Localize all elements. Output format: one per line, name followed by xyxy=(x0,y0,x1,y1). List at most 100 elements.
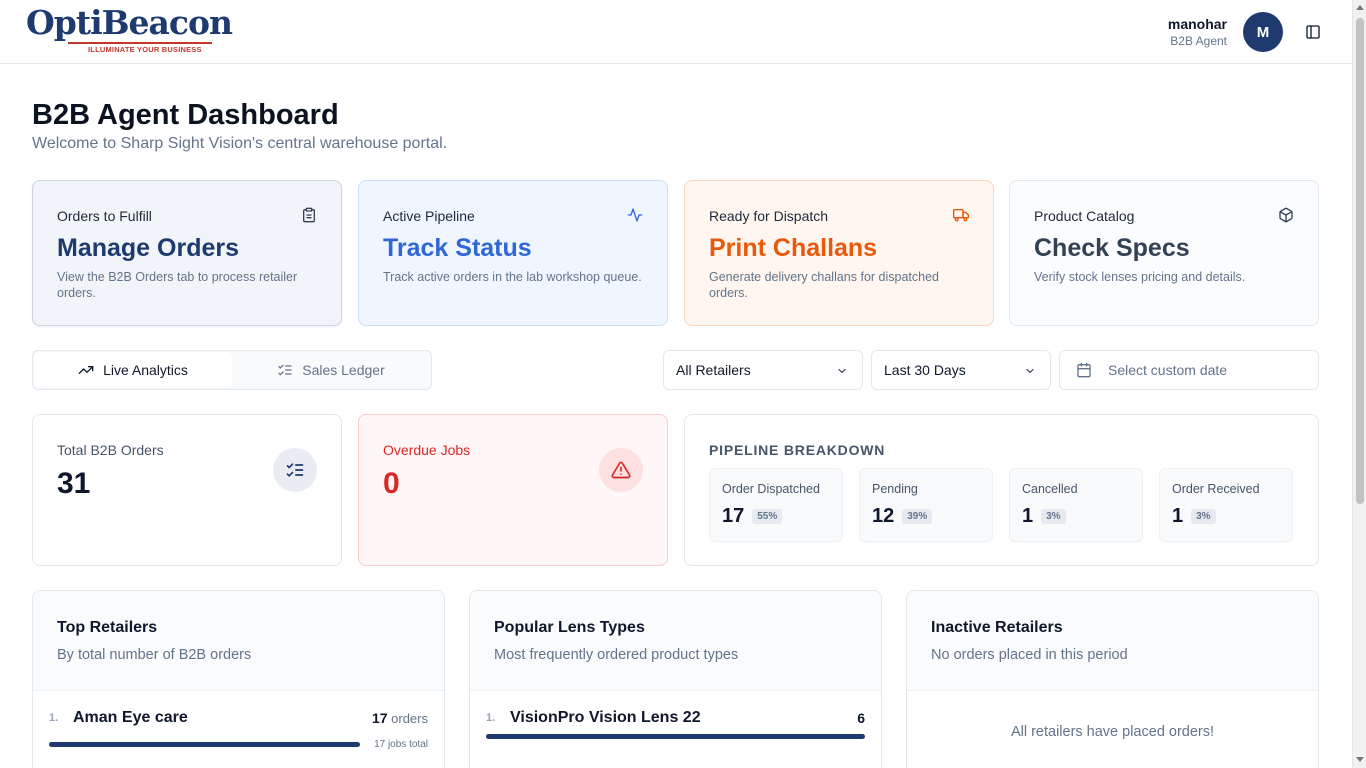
package-icon xyxy=(1279,207,1293,223)
user-role: B2B Agent xyxy=(1170,34,1227,48)
card-label: Product Catalog xyxy=(1034,208,1135,224)
retailer-select[interactable]: All Retailers xyxy=(663,350,863,390)
track-status-card[interactable]: Active Pipeline Track Status Track activ… xyxy=(358,180,668,326)
pipeline-percent-badge: 3% xyxy=(1191,509,1216,524)
popular-lens-types-card: Popular Lens Types Most frequently order… xyxy=(469,590,882,768)
pipeline-count: 17 xyxy=(722,505,745,527)
order-count-unit: orders xyxy=(391,711,428,726)
page-subtitle: Welcome to Sharp Sight Vision's central … xyxy=(32,135,448,152)
card-label: Active Pipeline xyxy=(383,208,475,224)
card-subtitle: By total number of B2B orders xyxy=(57,647,252,663)
scroll-up-arrow[interactable] xyxy=(1356,5,1364,10)
tab-label: Sales Ledger xyxy=(302,362,385,378)
pipeline-breakdown: PIPELINE BREAKDOWN Order Dispatched 17 55… xyxy=(684,414,1319,566)
date-range-select[interactable]: Last 30 Days xyxy=(871,350,1051,390)
pipeline-percent-badge: 39% xyxy=(902,509,933,524)
pipeline-item-received: Order Received 1 3% xyxy=(1159,468,1293,542)
card-subtitle: No orders placed in this period xyxy=(931,647,1128,663)
pipeline-label: Cancelled xyxy=(1022,482,1078,496)
optibeacon-logo[interactable]: OptiBeacon ILLUMINATE YOUR BUSINESS xyxy=(26,3,233,55)
order-count-value: 17 xyxy=(371,710,388,726)
logo-wordmark: OptiBeacon xyxy=(26,3,233,42)
pipeline-item-cancelled: Cancelled 1 3% xyxy=(1009,468,1143,542)
list-checks-icon xyxy=(286,463,304,477)
pipeline-label: Order Dispatched xyxy=(722,482,820,496)
clipboard-icon xyxy=(303,207,315,223)
card-title: Popular Lens Types xyxy=(494,619,645,636)
card-description: View the B2B Orders tab to process retai… xyxy=(57,270,298,300)
user-info[interactable]: manohar B2B Agent xyxy=(1168,16,1227,50)
pipeline-count: 1 xyxy=(1022,505,1034,527)
card-title: Check Specs xyxy=(1034,234,1190,262)
tab-sales-ledger[interactable]: Sales Ledger xyxy=(232,352,430,388)
top-retailers-card: Top Retailers By total number of B2B ord… xyxy=(32,590,445,768)
card-header: Inactive Retailers No orders placed in t… xyxy=(907,591,1318,691)
retailer-name: Aman Eye care xyxy=(73,709,188,726)
chevron-down-icon xyxy=(838,368,846,374)
card-title: Top Retailers xyxy=(57,619,158,636)
page-title: B2B Agent Dashboard xyxy=(32,99,339,131)
pipeline-label: Order Received xyxy=(1172,482,1260,496)
view-switch: Live Analytics Sales Ledger xyxy=(32,350,432,390)
truck-icon xyxy=(953,209,969,222)
pipeline-items: Order Dispatched 17 55% Pending 12 39% Can… xyxy=(709,468,1293,542)
tab-live-analytics[interactable]: Live Analytics xyxy=(34,352,232,388)
card-description: Verify stock lenses pricing and details. xyxy=(1034,270,1246,284)
pipeline-title: PIPELINE BREAKDOWN xyxy=(709,442,886,458)
logo-underline xyxy=(68,42,212,44)
sidebar-toggle-button[interactable] xyxy=(1304,23,1322,41)
alert-icon-badge xyxy=(599,448,643,492)
rank-number: 1. xyxy=(49,712,59,724)
total-orders-card: Total B2B Orders 31 xyxy=(32,414,342,566)
list-checks-icon-badge xyxy=(273,448,317,492)
card-label: Ready for Dispatch xyxy=(709,208,829,224)
card-title: Manage Orders xyxy=(57,234,240,262)
card-description: Generate delivery challans for dispatche… xyxy=(709,270,939,300)
inactive-retailers-card: Inactive Retailers No orders placed in t… xyxy=(906,590,1319,768)
card-title: Track Status xyxy=(383,234,532,262)
manage-orders-card[interactable]: Orders to Fulfill Manage Orders View the… xyxy=(32,180,342,326)
calendar-icon xyxy=(1077,362,1091,378)
tab-label: Live Analytics xyxy=(103,362,188,378)
date-range-value: Last 30 Days xyxy=(884,362,966,378)
pipeline-percent-badge: 3% xyxy=(1041,509,1066,524)
pipeline-item-dispatched: Order Dispatched 17 55% xyxy=(709,468,843,542)
pipeline-percent-badge: 55% xyxy=(752,509,783,524)
card-description: Track active orders in the lab workshop … xyxy=(383,270,642,284)
avatar[interactable]: M xyxy=(1243,12,1283,52)
scroll-down-arrow[interactable] xyxy=(1356,757,1364,762)
pipeline-label: Pending xyxy=(872,482,918,496)
user-name: manohar xyxy=(1167,16,1227,32)
check-specs-card[interactable]: Product Catalog Check Specs Verify stock… xyxy=(1009,180,1319,326)
overdue-jobs-card: Overdue Jobs 0 xyxy=(358,414,668,566)
card-title: Inactive Retailers xyxy=(931,619,1063,636)
logo-tagline: ILLUMINATE YOUR BUSINESS xyxy=(88,45,202,54)
scroll-thumb[interactable] xyxy=(1356,18,1364,504)
page-scrollbar[interactable] xyxy=(1352,0,1366,768)
lens-name: VisionPro Vision Lens 22 xyxy=(510,709,701,726)
rank-number: 1. xyxy=(486,712,496,724)
card-subtitle: Most frequently ordered product types xyxy=(494,647,739,663)
trending-up-icon xyxy=(78,366,94,374)
card-title: Print Challans xyxy=(709,234,878,262)
pipeline-count: 12 xyxy=(872,505,895,527)
avatar-initial: M xyxy=(1256,23,1270,41)
pipeline-item-pending: Pending 12 39% xyxy=(859,468,993,542)
card-label: Orders to Fulfill xyxy=(57,208,152,224)
chevron-down-icon xyxy=(1026,368,1034,374)
order-count: 17 orders xyxy=(372,710,428,726)
activity-icon xyxy=(627,208,643,222)
pipeline-count: 1 xyxy=(1172,505,1184,527)
share-bar xyxy=(49,742,360,747)
custom-date-picker[interactable]: Select custom date xyxy=(1059,350,1319,390)
lens-count-value: 6 xyxy=(857,710,865,726)
print-challans-card[interactable]: Ready for Dispatch Print Challans Genera… xyxy=(684,180,994,326)
lens-count: 6 xyxy=(857,710,865,726)
list-checks-icon xyxy=(278,364,292,376)
alert-triangle-icon xyxy=(611,461,631,479)
top-bar: OptiBeacon ILLUMINATE YOUR BUSINESS mano… xyxy=(0,0,1352,64)
card-header: Top Retailers By total number of B2B ord… xyxy=(33,591,444,691)
empty-state-message: All retailers have placed orders! xyxy=(1010,724,1215,740)
jobs-total: 17 jobs total xyxy=(374,739,428,750)
retailer-select-value: All Retailers xyxy=(676,362,751,378)
